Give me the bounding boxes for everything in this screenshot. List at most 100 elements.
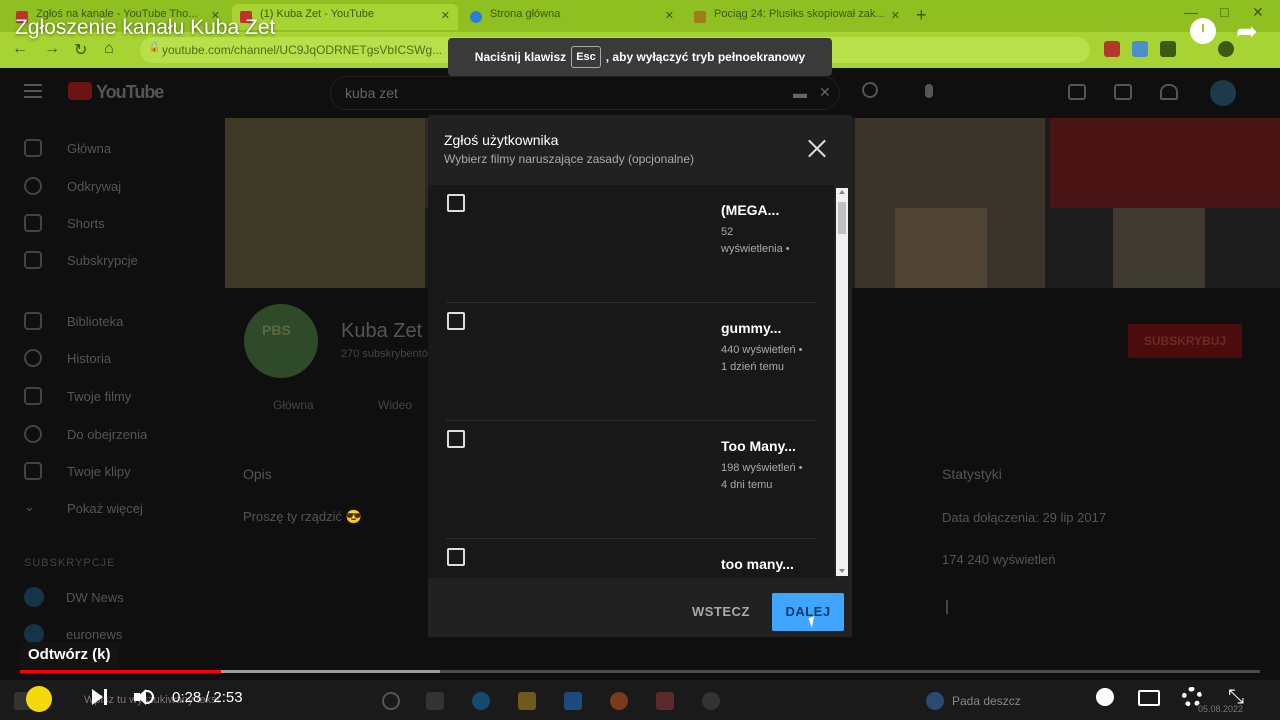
- subscription-label: DW News: [66, 589, 124, 605]
- tab-label: Strona główna: [490, 8, 561, 20]
- video-meta-line: 440 wyświetleń •: [721, 344, 803, 356]
- sidebar-item-show-more[interactable]: ⌄ Pokaż więcej: [24, 496, 143, 520]
- sidebar-item-label: Pokaż więcej: [67, 500, 143, 516]
- close-tab-icon[interactable]: ✕: [891, 9, 900, 22]
- globe-favicon-icon: [470, 11, 482, 23]
- sidebar-item-shorts[interactable]: Shorts: [24, 211, 105, 235]
- new-tab-button[interactable]: +: [916, 5, 927, 26]
- flag-icon[interactable]: [946, 600, 958, 614]
- sidebar-item-your-videos[interactable]: Twoje filmy: [24, 384, 131, 408]
- dialog-title: Zgłoś użytkownika: [444, 132, 559, 148]
- scroll-down-icon[interactable]: [839, 569, 845, 573]
- sidebar-item-library[interactable]: Biblioteka: [24, 309, 123, 333]
- back-icon[interactable]: ←: [12, 40, 28, 58]
- weather-text[interactable]: Pada deszcz: [952, 694, 1021, 708]
- watch-later-icon[interactable]: [1190, 18, 1216, 44]
- create-video-icon[interactable]: [1068, 84, 1086, 100]
- edge-icon[interactable]: [472, 692, 490, 710]
- back-button[interactable]: WSTECZ: [692, 604, 750, 619]
- next-button[interactable]: DALEJ: [772, 593, 844, 631]
- list-item: gummy... 440 wyświetleń • 1 dzień temu: [428, 303, 834, 421]
- sidebar-item-label: Odkrywaj: [67, 178, 122, 194]
- video-checkbox[interactable]: [447, 312, 465, 330]
- video-title: (MEGA...: [721, 202, 780, 218]
- video-checkbox[interactable]: [447, 194, 465, 212]
- subscription-label: euronews: [66, 626, 123, 642]
- close-icon[interactable]: [806, 138, 828, 160]
- apps-icon[interactable]: [1114, 84, 1132, 100]
- autoplay-toggle-icon[interactable]: [1096, 688, 1114, 706]
- mail-icon[interactable]: [564, 692, 582, 710]
- home-icon[interactable]: ⌂: [104, 40, 114, 58]
- toast-text: Naciśnij klawisz: [474, 50, 567, 64]
- maximize-icon[interactable]: □: [1220, 4, 1228, 20]
- close-tab-icon[interactable]: ✕: [441, 9, 450, 22]
- video-checkbox[interactable]: [447, 548, 465, 566]
- search-icon[interactable]: [862, 82, 878, 98]
- minimize-icon[interactable]: —: [1184, 4, 1198, 20]
- history-icon: [24, 349, 42, 367]
- video-meta-line: 52: [721, 226, 734, 238]
- search-input[interactable]: kuba zet ▬ ✕: [330, 76, 840, 110]
- channel-avatar[interactable]: PBS: [244, 304, 318, 378]
- progress-bar[interactable]: [20, 670, 1260, 673]
- next-icon[interactable]: [92, 688, 108, 706]
- play-button[interactable]: [26, 686, 52, 712]
- notifications-icon[interactable]: [1160, 84, 1178, 100]
- clear-search-icon[interactable]: ✕: [819, 84, 831, 101]
- close-tab-icon[interactable]: ✕: [665, 9, 674, 22]
- keyboard-icon[interactable]: ▬: [793, 85, 807, 101]
- duration: 2:53: [213, 689, 243, 706]
- microphone-icon[interactable]: [925, 84, 933, 98]
- app-icon[interactable]: [702, 692, 720, 710]
- subscription-item[interactable]: DW News: [24, 585, 124, 609]
- task-view-icon[interactable]: [426, 692, 444, 710]
- video-checkbox[interactable]: [447, 430, 465, 448]
- esc-key-badge: Esc: [571, 46, 601, 68]
- scrollbar[interactable]: [836, 188, 848, 576]
- scroll-up-icon[interactable]: [839, 190, 845, 194]
- sidebar-item-explore[interactable]: Odkrywaj: [24, 174, 121, 198]
- youtube-logo-text[interactable]: YouTube: [96, 82, 164, 103]
- channel-name: Kuba Zet: [341, 320, 423, 342]
- play-tooltip: Odtwórz (k): [20, 642, 119, 668]
- settings-icon[interactable]: [1182, 687, 1202, 707]
- file-explorer-icon[interactable]: [518, 692, 536, 710]
- tab-home[interactable]: Główna: [273, 398, 314, 412]
- sidebar-item-subscriptions[interactable]: Subskrypcje: [24, 248, 138, 272]
- forward-icon[interactable]: →: [44, 40, 60, 58]
- banner-photo: [1050, 118, 1280, 208]
- scroll-thumb[interactable]: [838, 202, 846, 234]
- menu-icon[interactable]: [24, 84, 42, 98]
- share-icon[interactable]: ➦: [1236, 16, 1258, 47]
- subscribe-button[interactable]: SUBSKRYBUJ: [1128, 324, 1242, 358]
- puzzle-icon[interactable]: [1160, 41, 1176, 57]
- extension-icon[interactable]: [1104, 41, 1120, 57]
- view-count: 174 240 wyświetleń: [942, 552, 1056, 567]
- profile-icon[interactable]: [1218, 41, 1234, 57]
- browser-tab[interactable]: Pociąg 24: Plusiks skopiował zak... ✕: [686, 4, 908, 30]
- extension-icon[interactable]: [1132, 41, 1148, 57]
- chrome-icon[interactable]: [610, 692, 628, 710]
- tab-videos[interactable]: Wideo: [378, 398, 412, 412]
- sidebar-item-label: Historia: [67, 350, 112, 366]
- media-player-icon[interactable]: [656, 692, 674, 710]
- cortana-icon[interactable]: [382, 692, 400, 710]
- sidebar-item-label: Twoje filmy: [67, 388, 132, 404]
- video-list[interactable]: (MEGA... 52 wyświetlenia • gummy... 440 w…: [428, 185, 834, 578]
- sidebar-item-history[interactable]: Historia: [24, 346, 111, 370]
- fullscreen-toast: Naciśnij klawisz Esc , aby wyłączyć tryb…: [448, 38, 832, 76]
- browser-tab[interactable]: Strona główna ✕: [462, 4, 682, 30]
- subtitles-icon[interactable]: [1138, 690, 1160, 706]
- avatar[interactable]: [1210, 80, 1236, 106]
- reload-icon[interactable]: ↻: [74, 40, 87, 60]
- sidebar-item-home[interactable]: Główna: [24, 136, 111, 160]
- report-dialog: Zgłoś użytkownika Wybierz filmy naruszaj…: [428, 115, 852, 637]
- video-title[interactable]: Zgłoszenie kanału Kuba Zet: [15, 16, 275, 40]
- sidebar-item-label: Biblioteka: [67, 313, 124, 329]
- sidebar-item-clips[interactable]: Twoje klipy: [24, 459, 131, 483]
- tab-label: Pociąg 24: Plusiks skopiował zak...: [714, 8, 885, 20]
- sidebar-item-watch-later[interactable]: Do obejrzenia: [24, 422, 147, 446]
- exit-fullscreen-icon[interactable]: ⤡: [1228, 687, 1248, 707]
- youtube-logo-icon[interactable]: [68, 82, 92, 100]
